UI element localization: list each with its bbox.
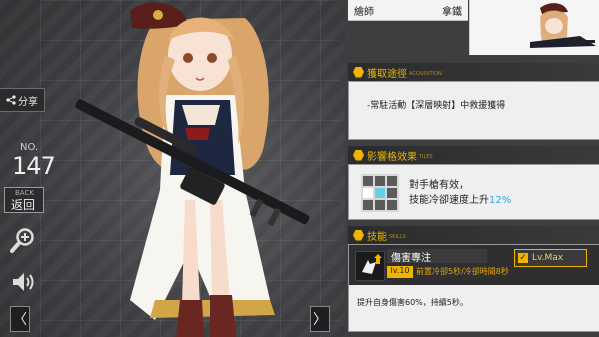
back-button[interactable]: BACK 返回 xyxy=(4,187,44,213)
tile-effect-prefix: 技能冷卻速度上升 xyxy=(409,195,489,206)
lv-max-label: Lv.Max xyxy=(532,253,564,263)
hexagon-icon xyxy=(353,229,364,241)
chibi-preview[interactable] xyxy=(469,0,599,55)
lv-max-toggle[interactable]: ✓ Lv.Max xyxy=(514,249,587,267)
tiles-subtitle: TILES xyxy=(419,153,433,160)
tile xyxy=(375,200,385,210)
tile xyxy=(375,176,385,186)
chevron-right-icon: 〉 xyxy=(313,312,327,328)
sound-icon[interactable] xyxy=(10,270,36,294)
check-icon: ✓ xyxy=(518,253,528,263)
doll-number: 147 xyxy=(12,152,56,180)
share-button[interactable]: 分享 xyxy=(0,88,45,112)
acquisition-panel: -常駐活動【深層映射】中救援獲得 xyxy=(348,81,599,140)
tile xyxy=(387,200,397,210)
skill-cooldown: 前置冷卻5秒/冷卻時間8秒 xyxy=(416,267,509,276)
skill-icon xyxy=(355,251,385,281)
skill-name: 傷害專注 xyxy=(387,249,487,264)
skill-subtitle: SKILLS xyxy=(389,233,406,240)
back-label: 返回 xyxy=(11,198,36,212)
skill-panel: 傷害專注 lv.10 前置冷卻5秒/冷卻時間8秒 ✓ Lv.Max 提升自身傷害… xyxy=(348,244,599,332)
character-illustration xyxy=(75,2,310,337)
tile xyxy=(387,188,397,198)
acquisition-title: 獲取途徑 xyxy=(367,68,407,80)
tile-effect-line1: 對手槍有效， xyxy=(409,180,469,191)
acquisition-header: 獲取途徑 ACQUISITION xyxy=(348,63,599,81)
skill-header: 技能 SKILLS xyxy=(348,226,599,244)
chevron-left-icon: 〈 xyxy=(13,312,27,328)
hexagon-icon xyxy=(353,66,364,78)
zoom-in-icon[interactable] xyxy=(10,227,36,255)
artist-bar: 繪師 拿鐵 xyxy=(348,0,468,21)
tile-grid xyxy=(361,174,399,212)
prev-doll-button[interactable]: 〈 xyxy=(10,306,30,332)
tiles-header: 影響格效果 TILES xyxy=(348,146,599,164)
damage-up-icon xyxy=(362,254,382,274)
tiles-panel: 對手槍有效， 技能冷卻速度上升12% xyxy=(348,164,599,220)
artist-label: 繪師 xyxy=(354,7,374,18)
skill-description: 提升自身傷害60%，持續5秒。 xyxy=(357,298,468,307)
acquisition-subtitle: ACQUISITION xyxy=(409,70,442,77)
tile-self xyxy=(363,188,373,198)
hexagon-icon xyxy=(353,149,364,161)
tile xyxy=(363,200,373,210)
tile xyxy=(363,176,373,186)
tile-effect-line2: 技能冷卻速度上升12% xyxy=(409,191,511,206)
artist-name: 拿鐵 xyxy=(442,7,462,18)
chibi-sprite xyxy=(530,3,596,48)
share-label: 分享 xyxy=(18,96,38,108)
skill-level-badge: lv.10 xyxy=(387,266,413,278)
share-icon xyxy=(6,95,16,105)
skill-title: 技能 xyxy=(367,231,387,243)
acquisition-text: -常駐活動【深層映射】中救援獲得 xyxy=(367,101,506,111)
tile-effect xyxy=(375,188,385,198)
tiles-title: 影響格效果 xyxy=(367,151,417,163)
next-doll-button[interactable]: 〉 xyxy=(310,306,330,332)
left-rail: 分享 NO. 147 BACK 返回 xyxy=(0,0,56,337)
tile-effect-value: 12% xyxy=(489,195,512,206)
tile xyxy=(387,176,397,186)
